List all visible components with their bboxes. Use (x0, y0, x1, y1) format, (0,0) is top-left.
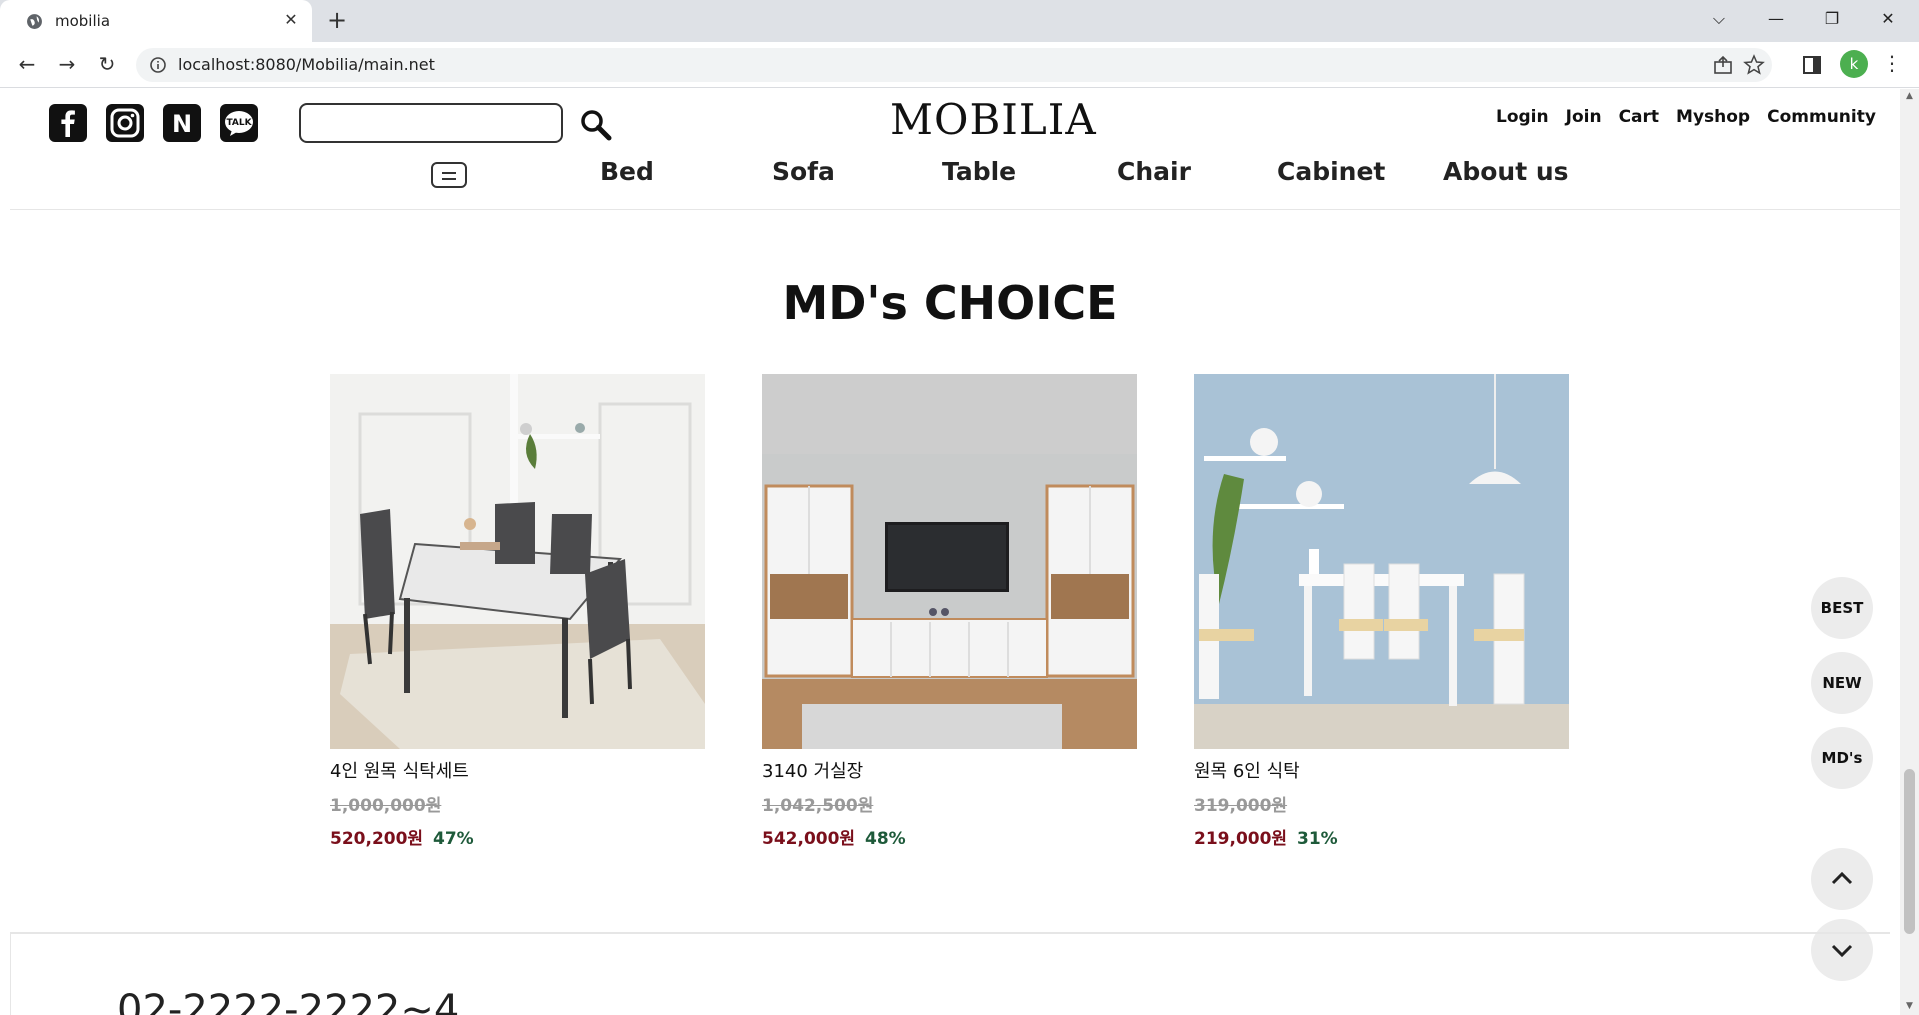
sale-line: 219,000원 31% (1194, 824, 1569, 849)
tab-search-icon[interactable]: ⌵ (1691, 0, 1747, 40)
page-viewport: N TALK MOBILIA Login Join Cart Myshop Co… (0, 89, 1919, 1015)
nav-cabinet[interactable]: Cabinet (1277, 157, 1385, 186)
more-menu-icon[interactable]: ⋮ (1882, 51, 1902, 79)
original-price: 1,042,500원 (762, 796, 874, 816)
join-link[interactable]: Join (1566, 107, 1602, 127)
section-title: MD's CHOICE (782, 276, 1118, 330)
original-price: 1,000,000원 (330, 796, 442, 816)
product-card[interactable]: 3140 거실장 1,042,500원 542,000원 48% (762, 374, 1137, 849)
new-quick-button[interactable]: NEW (1811, 652, 1873, 714)
minimize-button[interactable]: — (1748, 0, 1804, 40)
nav-bed[interactable]: Bed (600, 157, 654, 186)
site-logo[interactable]: MOBILIA (890, 95, 1097, 144)
instagram-icon[interactable] (106, 104, 144, 142)
product-image[interactable] (330, 374, 705, 749)
site-header: N TALK MOBILIA Login Join Cart Myshop Co… (10, 89, 1900, 210)
new-tab-button[interactable]: + (325, 8, 349, 33)
profile-avatar[interactable]: k (1840, 50, 1868, 78)
window-close-button[interactable]: ✕ (1860, 0, 1916, 40)
browser-tab[interactable]: mobilia ✕ (0, 0, 312, 42)
svg-text:TALK: TALK (226, 118, 252, 128)
reload-button[interactable]: ↻ (93, 51, 121, 79)
side-panel-icon[interactable] (1801, 54, 1823, 76)
scroll-up-arrow[interactable]: ▲ (1904, 91, 1915, 101)
original-price: 319,000원 (1194, 796, 1288, 816)
product-name[interactable]: 원목 6인 식탁 (1194, 757, 1569, 783)
product-card[interactable]: 원목 6인 식탁 319,000원 219,000원 31% (1194, 374, 1569, 849)
discount-rate: 48% (865, 829, 906, 849)
browser-tabstrip: mobilia ✕ + ⌵ — ❐ ✕ (0, 0, 1919, 42)
svg-text:N: N (172, 110, 192, 138)
restore-button[interactable]: ❐ (1804, 0, 1860, 40)
chevron-up-icon (1831, 871, 1853, 885)
top-links: Login Join Cart Myshop Community (1496, 107, 1876, 127)
browser-toolbar: ← → ↻ localhost:8080/Mobilia/main.net k … (0, 42, 1919, 88)
login-link[interactable]: Login (1496, 107, 1549, 127)
forward-button[interactable]: → (53, 51, 81, 79)
info-icon[interactable] (150, 57, 166, 73)
nav-sofa[interactable]: Sofa (772, 157, 835, 186)
nav-table[interactable]: Table (942, 157, 1016, 186)
myshop-link[interactable]: Myshop (1676, 107, 1750, 127)
sale-line: 520,200원 47% (330, 824, 705, 849)
kakaotalk-icon[interactable]: TALK (220, 104, 258, 142)
sale-price: 542,000원 (762, 829, 856, 849)
cart-link[interactable]: Cart (1619, 107, 1659, 127)
site-footer: 02-2222-2222~4 (10, 932, 1890, 1015)
sale-price: 520,200원 (330, 829, 424, 849)
search-input[interactable] (299, 103, 563, 143)
globe-icon (27, 14, 42, 29)
mds-quick-button[interactable]: MD's (1811, 727, 1873, 789)
sale-line: 542,000원 48% (762, 824, 1137, 849)
facebook-icon[interactable] (49, 104, 87, 142)
menu-toggle-button[interactable] (431, 162, 467, 188)
product-card[interactable]: 4인 원목 식탁세트 1,000,000원 520,200원 47% (330, 374, 705, 849)
product-name[interactable]: 3140 거실장 (762, 757, 1137, 783)
share-icon[interactable] (1712, 54, 1734, 76)
scroll-thumb[interactable] (1904, 769, 1915, 934)
nav-chair[interactable]: Chair (1117, 157, 1191, 186)
star-icon[interactable] (1743, 54, 1765, 76)
search-icon[interactable] (578, 107, 614, 143)
url-text: localhost:8080/Mobilia/main.net (178, 55, 435, 74)
footer-phone: 02-2222-2222~4 (117, 987, 460, 1015)
community-link[interactable]: Community (1767, 107, 1876, 127)
product-image[interactable] (1194, 374, 1569, 749)
close-icon[interactable]: ✕ (282, 11, 300, 29)
page-scrollbar[interactable]: ▲ ▼ (1900, 89, 1919, 1015)
best-quick-button[interactable]: BEST (1811, 577, 1873, 639)
discount-rate: 31% (1297, 829, 1338, 849)
tab-title: mobilia (55, 12, 111, 30)
discount-rate: 47% (433, 829, 474, 849)
product-image[interactable] (762, 374, 1137, 749)
sale-price: 219,000원 (1194, 829, 1288, 849)
product-name[interactable]: 4인 원목 식탁세트 (330, 757, 705, 783)
scroll-top-button[interactable] (1811, 848, 1873, 910)
address-bar[interactable]: localhost:8080/Mobilia/main.net (136, 48, 1772, 82)
nav-about-us[interactable]: About us (1443, 157, 1569, 186)
scroll-down-arrow[interactable]: ▼ (1904, 1001, 1915, 1011)
naver-icon[interactable]: N (163, 104, 201, 142)
back-button[interactable]: ← (13, 51, 41, 79)
